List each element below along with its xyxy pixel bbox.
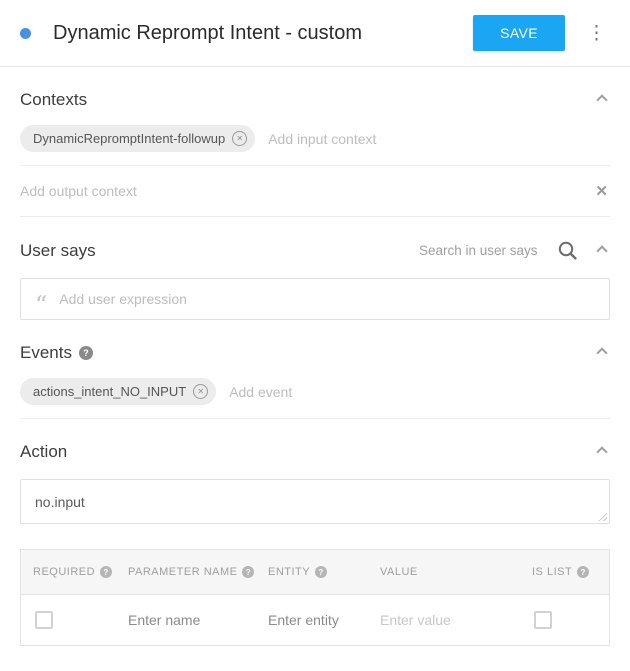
help-icon[interactable]: ? [79, 346, 93, 360]
event-chip: actions_intent_NO_INPUT ✕ [20, 378, 216, 405]
page-title: Dynamic Reprompt Intent - custom [53, 22, 362, 45]
entity-field[interactable] [268, 612, 373, 628]
header-divider [0, 66, 630, 67]
intent-header: Dynamic Reprompt Intent - custom SAVE ⋮ [0, 0, 630, 66]
required-checkbox[interactable] [35, 611, 53, 629]
is-list-checkbox[interactable] [534, 611, 552, 629]
column-header-required: REQUIRED ? [21, 550, 116, 594]
search-user-says-input[interactable] [419, 243, 551, 258]
help-icon[interactable]: ? [577, 566, 589, 578]
user-says-heading: User says [20, 241, 96, 261]
remove-event-icon[interactable]: ✕ [193, 384, 208, 399]
intent-status-dot [20, 28, 31, 39]
contexts-section-divider [20, 216, 610, 217]
user-says-search-group [419, 240, 610, 261]
contexts-heading: Contexts [20, 90, 87, 110]
column-header-value: VALUE [368, 550, 520, 594]
action-heading: Action [20, 442, 67, 462]
chevron-up-icon[interactable] [596, 347, 607, 358]
events-heading: Events [20, 343, 72, 363]
resize-handle[interactable] [597, 511, 607, 521]
user-expression-box: “ [20, 278, 610, 320]
remove-context-icon[interactable]: ✕ [232, 131, 247, 146]
clear-contexts-icon[interactable]: ✕ [593, 182, 610, 200]
add-input-context-field[interactable] [268, 131, 610, 147]
parameters-table: REQUIRED ? PARAMETER NAME ? ENTITY ? VAL… [20, 549, 610, 646]
help-icon[interactable]: ? [242, 566, 254, 578]
events-section: Events ? actions_intent_NO_INPUT ✕ [0, 343, 630, 418]
add-user-expression-field[interactable] [59, 291, 595, 307]
column-header-entity: ENTITY ? [256, 550, 368, 594]
chevron-up-icon[interactable] [596, 446, 607, 457]
chevron-up-icon[interactable] [596, 245, 607, 256]
save-button[interactable]: SAVE [473, 15, 565, 51]
search-icon[interactable] [557, 240, 578, 261]
chevron-up-icon[interactable] [596, 94, 607, 105]
parameter-row [21, 595, 609, 645]
input-context-chip-label: DynamicRepromptIntent-followup [33, 131, 225, 146]
help-icon[interactable]: ? [100, 566, 112, 578]
parameters-table-header: REQUIRED ? PARAMETER NAME ? ENTITY ? VAL… [21, 550, 609, 595]
action-input-box [20, 479, 610, 524]
add-event-field[interactable] [229, 384, 610, 400]
action-name-field[interactable] [35, 494, 595, 510]
kebab-menu-icon[interactable]: ⋮ [583, 22, 610, 45]
column-header-parameter-name: PARAMETER NAME ? [116, 550, 256, 594]
add-output-context-field[interactable] [20, 183, 593, 199]
user-says-section: User says “ [0, 240, 630, 320]
value-field[interactable] [380, 612, 485, 628]
output-context-section: ✕ [0, 166, 630, 216]
parameter-name-field[interactable] [128, 612, 233, 628]
column-header-is-list: IS LIST ? [520, 550, 609, 594]
input-context-chip: DynamicRepromptIntent-followup ✕ [20, 125, 255, 152]
contexts-section: Contexts DynamicRepromptIntent-followup … [0, 90, 630, 165]
help-icon[interactable]: ? [315, 566, 327, 578]
action-section: Action [0, 442, 630, 524]
events-section-divider [20, 418, 610, 419]
event-chip-label: actions_intent_NO_INPUT [33, 384, 186, 399]
